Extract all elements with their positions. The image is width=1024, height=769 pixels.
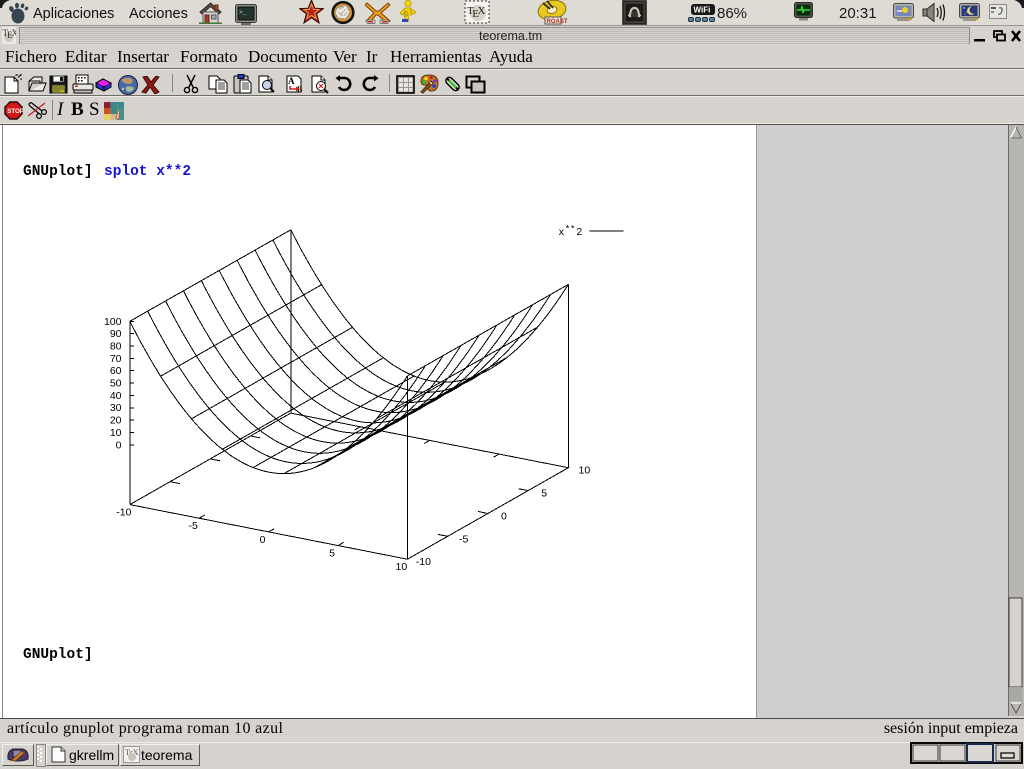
svg-text:STOP: STOP	[7, 108, 23, 115]
svg-text:g: g	[404, 10, 408, 17]
svg-text:-5: -5	[459, 533, 468, 545]
svg-text:-10: -10	[116, 507, 131, 519]
svg-text:WiFi: WiFi	[694, 6, 711, 15]
svg-text:-5: -5	[189, 520, 198, 532]
svg-text:0: 0	[116, 439, 122, 451]
svg-text:80: 80	[110, 341, 122, 353]
svg-text:x**2: x**2	[559, 223, 584, 238]
svg-text:50: 50	[110, 378, 122, 390]
svg-text:5: 5	[541, 488, 547, 500]
svg-text:60: 60	[110, 365, 122, 377]
svg-text:90: 90	[110, 328, 122, 340]
svg-text:ROAST: ROAST	[547, 19, 568, 25]
svg-text:A: A	[288, 76, 295, 86]
svg-text:10: 10	[110, 427, 122, 439]
svg-text:5: 5	[329, 548, 335, 560]
svg-text:0: 0	[501, 511, 507, 523]
svg-text:-10: -10	[416, 556, 431, 568]
svg-text:70: 70	[110, 353, 122, 365]
svg-text:20: 20	[110, 415, 122, 427]
svg-text:30: 30	[110, 402, 122, 414]
svg-text:100: 100	[104, 316, 122, 328]
svg-text:10: 10	[396, 561, 408, 573]
svg-text:40: 40	[110, 390, 122, 402]
svg-text:0: 0	[260, 534, 266, 546]
svg-text:>_: >_	[239, 9, 247, 16]
svg-text:10: 10	[579, 465, 591, 477]
